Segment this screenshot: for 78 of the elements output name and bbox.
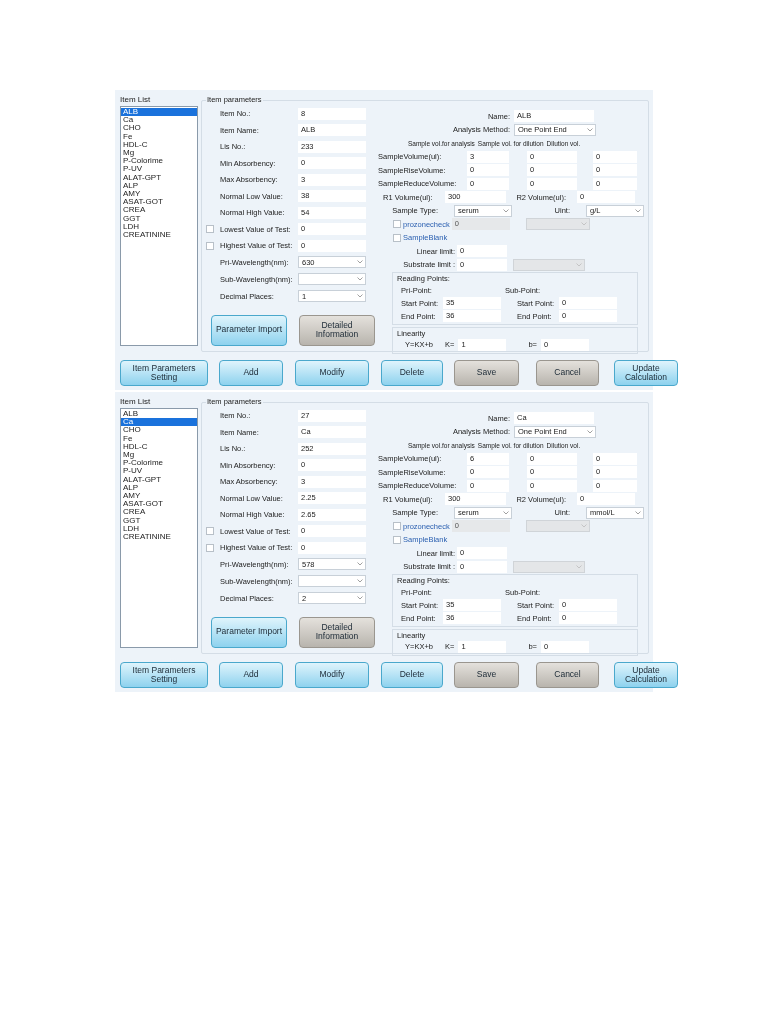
- list-item[interactable]: Fe: [121, 434, 197, 443]
- checkbox[interactable]: [393, 535, 401, 544]
- chevron-down-icon: [503, 510, 509, 515]
- list-item[interactable]: Fe: [121, 132, 197, 141]
- action-button[interactable]: Item Parameters Setting: [120, 662, 208, 688]
- list-item[interactable]: ALAT-GPT: [121, 475, 197, 484]
- checkbox[interactable]: [206, 225, 214, 234]
- action-button[interactable]: Save: [454, 360, 519, 386]
- action-button[interactable]: Save: [454, 662, 519, 688]
- action-button[interactable]: Modify: [295, 662, 369, 688]
- action-button[interactable]: Parameter Import: [211, 616, 287, 648]
- item-listbox[interactable]: ALB Ca CHO Fe HDL-C Mg P-Colorime P-UV ALAT-GPT ALP AMY ASAT-GOT CREA GGT LDH CREATININE: [120, 106, 198, 346]
- chevron-down-icon: [357, 596, 363, 601]
- list-item[interactable]: AMY: [121, 190, 197, 199]
- list-item[interactable]: HDL-C: [121, 442, 197, 451]
- action-button[interactable]: Parameter Import: [211, 314, 287, 346]
- list-item[interactable]: GGT: [121, 214, 197, 223]
- action-button[interactable]: Update Calculation: [614, 662, 678, 688]
- list-item[interactable]: LDH: [121, 524, 197, 534]
- list-item[interactable]: P-Colorime: [121, 459, 197, 468]
- action-button[interactable]: Cancel: [536, 360, 599, 386]
- list-item[interactable]: Ca: [121, 418, 197, 427]
- list-item[interactable]: ALP: [121, 483, 197, 493]
- chevron-down-icon: [503, 208, 509, 213]
- list-item[interactable]: HDL-C: [121, 140, 197, 149]
- action-button[interactable]: Delete: [381, 662, 443, 688]
- list-item[interactable]: ALB: [121, 108, 197, 117]
- checkbox[interactable]: [393, 233, 401, 242]
- chevron-down-icon: [357, 579, 363, 584]
- dropdown[interactable]: [298, 273, 366, 286]
- chevron-down-icon: [635, 510, 641, 515]
- checkbox[interactable]: [206, 543, 214, 552]
- action-button[interactable]: Add: [219, 360, 283, 386]
- list-item[interactable]: ASAT-GOT: [121, 198, 197, 207]
- chevron-down-icon: [580, 524, 587, 528]
- list-item[interactable]: CREA: [121, 206, 197, 215]
- list-item[interactable]: CHO: [121, 124, 197, 133]
- dropdown[interactable]: [298, 575, 366, 588]
- action-button[interactable]: Cancel: [536, 662, 599, 688]
- list-item[interactable]: LDH: [121, 222, 197, 232]
- action-button[interactable]: Add: [219, 662, 283, 688]
- action-button[interactable]: Detailed Information: [299, 314, 375, 346]
- list-item[interactable]: CREATININE: [121, 533, 197, 542]
- list-item[interactable]: GGT: [121, 516, 197, 525]
- action-button[interactable]: Update Calculation: [614, 360, 678, 386]
- chevron-down-icon: [580, 222, 587, 226]
- list-item[interactable]: CREA: [121, 508, 197, 517]
- checkbox[interactable]: [206, 527, 214, 536]
- list-item[interactable]: Mg: [121, 149, 197, 158]
- list-item[interactable]: CREATININE: [121, 231, 197, 240]
- chevron-down-icon: [357, 260, 363, 265]
- chevron-down-icon: [357, 277, 363, 282]
- list-title: Item List: [120, 397, 152, 406]
- list-item[interactable]: P-UV: [121, 467, 197, 476]
- chevron-down-icon: [635, 208, 641, 213]
- chevron-down-icon: [576, 262, 582, 267]
- item-listbox[interactable]: ALB Ca CHO Fe HDL-C Mg P-Colorime P-UV ALAT-GPT ALP AMY ASAT-GOT CREA GGT LDH CREATININE: [120, 408, 198, 648]
- checkbox[interactable]: [206, 241, 214, 250]
- list-item[interactable]: P-UV: [121, 165, 197, 174]
- chevron-down-icon: [587, 127, 593, 132]
- chevron-down-icon: [587, 429, 593, 434]
- chevron-down-icon: [357, 562, 363, 567]
- list-item[interactable]: Ca: [121, 116, 197, 125]
- action-button[interactable]: Detailed Information: [299, 616, 375, 648]
- action-button[interactable]: Modify: [295, 360, 369, 386]
- list-item[interactable]: AMY: [121, 492, 197, 501]
- action-button[interactable]: Delete: [381, 360, 443, 386]
- list-item[interactable]: ASAT-GOT: [121, 500, 197, 509]
- list-item[interactable]: Mg: [121, 451, 197, 460]
- action-button[interactable]: Item Parameters Setting: [120, 360, 208, 386]
- list-item[interactable]: ALB: [121, 410, 197, 419]
- list-item[interactable]: ALP: [121, 181, 197, 191]
- list-item[interactable]: ALAT-GPT: [121, 173, 197, 182]
- list-title: Item List: [120, 95, 152, 104]
- list-item[interactable]: P-Colorime: [121, 157, 197, 166]
- chevron-down-icon: [576, 564, 582, 569]
- chevron-down-icon: [357, 294, 363, 299]
- list-item[interactable]: CHO: [121, 426, 197, 435]
